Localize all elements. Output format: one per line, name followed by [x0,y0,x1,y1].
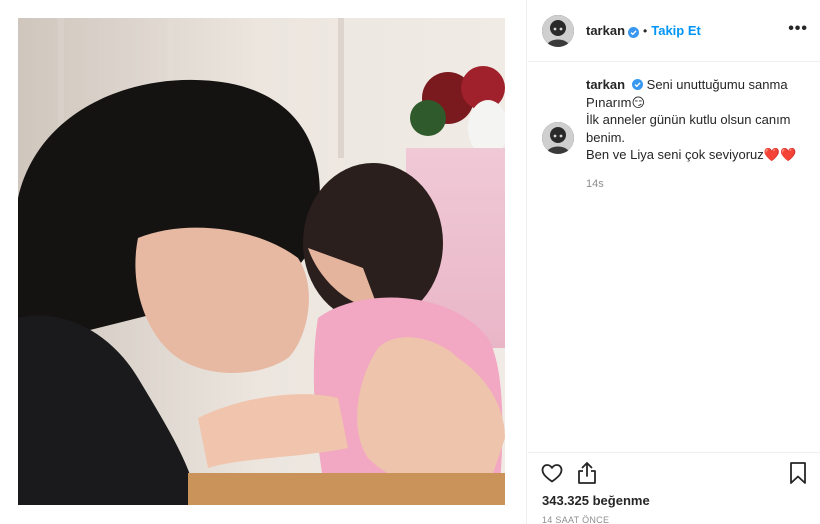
share-icon[interactable] [575,460,599,491]
heart-outline-icon[interactable] [540,461,564,490]
likes-count[interactable]: 343.325 beğenme [542,493,650,508]
post-time-ago[interactable]: 14 SAAT ÖNCE [542,515,609,524]
actions-bar: 343.325 beğenme 14 SAAT ÖNCE [528,452,820,524]
caption-text: Seni unuttuğumu sanma [646,77,788,92]
caption-username[interactable]: tarkan [586,77,625,92]
verified-badge-icon [628,25,640,38]
caption-avatar[interactable] [542,122,574,154]
post-header: tarkan • Takip Et ••• [528,0,820,62]
avatar-image [542,14,574,47]
photo-pane [0,0,527,524]
header-username[interactable]: tarkan [586,23,625,38]
caption-text: benim. [586,129,626,145]
photo-illustration [18,18,505,505]
follow-button[interactable]: Takip Et [651,23,701,38]
caption-first-line: tarkan Seni unuttuğumu sanma [586,76,814,94]
more-options-button[interactable]: ••• [788,21,808,37]
caption-body: tarkan Seni unuttuğumu sanma Pınarım😏 İl… [586,76,814,193]
caption-comment: tarkan Seni unuttuğumu sanma Pınarım😏 İl… [528,76,820,193]
caption-text: Pınarım😏 [586,94,646,110]
bookmark-icon[interactable] [788,461,808,490]
caption-text: Ben ve Liya seni çok seviyoruz❤️❤️ [586,147,797,162]
post-sidebar: tarkan • Takip Et ••• tarkan Seni unuttu… [528,0,820,524]
caption-text: İlk anneler günün kutlu olsun canım [586,112,791,127]
caption-timestamp[interactable]: 14s [586,176,814,194]
verified-badge-icon [632,77,644,90]
separator-dot: • [643,23,648,38]
avatar[interactable] [542,14,574,47]
avatar-image [542,122,574,154]
post-photo[interactable] [18,18,505,505]
